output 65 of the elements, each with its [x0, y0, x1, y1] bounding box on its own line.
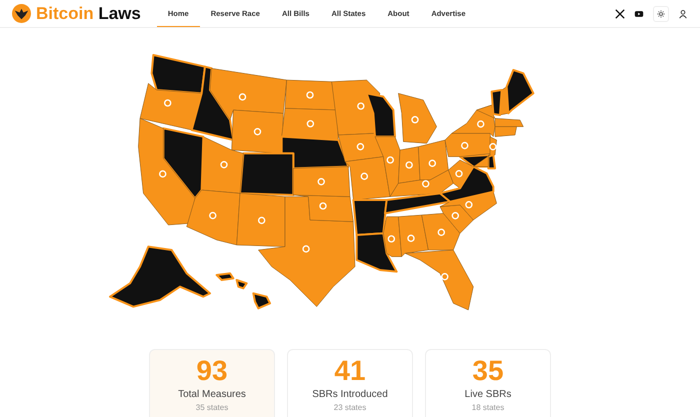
coin-icon — [388, 235, 396, 243]
coin-icon — [318, 178, 325, 186]
coin-icon — [302, 245, 310, 253]
stat-subtext: 18 states — [470, 403, 506, 412]
coin-icon — [428, 160, 436, 167]
state-shape[interactable] — [440, 191, 497, 220]
user-icon[interactable] — [678, 8, 688, 18]
coin-icon — [238, 93, 246, 101]
state-shape[interactable] — [109, 246, 211, 308]
state-shape[interactable] — [280, 136, 350, 170]
stat-card[interactable]: 93 Total Measures 35 states — [149, 349, 275, 417]
coin-icon — [441, 273, 448, 280]
coin-icon — [356, 143, 364, 150]
coin-icon — [386, 156, 394, 164]
coin-icon — [406, 161, 413, 169]
coin-icon — [159, 170, 166, 178]
coin-icon — [254, 128, 262, 136]
stat-subtext: 23 states — [332, 403, 368, 412]
state-shape[interactable] — [162, 127, 204, 200]
stat-card[interactable]: 35 Live SBRs 18 states — [425, 349, 551, 417]
coin-icon — [438, 228, 445, 236]
state-shape[interactable] — [366, 92, 396, 138]
state-shape[interactable] — [150, 54, 206, 94]
video-play-icon[interactable] — [634, 8, 644, 18]
stat-value: 35 — [471, 355, 505, 387]
coin-icon — [357, 102, 364, 110]
sun-icon — [657, 10, 665, 18]
state-shape[interactable] — [190, 66, 234, 141]
coin-icon — [306, 91, 314, 99]
x-logo-icon[interactable] — [615, 8, 625, 18]
coin-icon — [319, 202, 327, 210]
stat-label: Live SBRs — [464, 389, 512, 400]
site-logo-text[interactable]: Bitcoin Laws — [36, 4, 141, 24]
coin-icon — [164, 99, 172, 107]
state-shape[interactable] — [476, 104, 496, 119]
state-shape[interactable] — [338, 133, 384, 162]
stat-card[interactable]: 41 SBRs Introduced 23 states — [287, 349, 413, 417]
coin-icon — [461, 142, 468, 150]
coin-icon — [411, 116, 419, 124]
state-shape[interactable] — [201, 136, 244, 194]
stat-value: 93 — [195, 355, 229, 387]
state-shape[interactable] — [383, 216, 402, 257]
theme-toggle-button[interactable] — [653, 6, 669, 22]
stat-value: 41 — [333, 355, 367, 387]
state-shape[interactable] — [239, 152, 294, 196]
state-shape[interactable] — [140, 83, 202, 130]
coin-icon — [209, 212, 216, 220]
stat-label: SBRs Introduced — [311, 389, 389, 400]
coin-icon — [306, 120, 314, 128]
state-shape[interactable] — [281, 108, 339, 140]
coin-icon — [407, 234, 415, 242]
eagle-logo-icon[interactable] — [12, 4, 31, 23]
state-shape[interactable] — [216, 272, 271, 310]
state-shape[interactable] — [506, 69, 534, 114]
coin-icon — [489, 143, 497, 150]
coin-icon — [455, 170, 463, 178]
coin-icon — [360, 172, 368, 180]
stat-subtext: 35 states — [194, 403, 230, 412]
coin-icon — [258, 216, 266, 224]
stat-label: Total Measures — [177, 389, 247, 400]
state-shape[interactable] — [356, 232, 398, 273]
coin-icon — [220, 161, 228, 168]
coin-icon — [477, 120, 484, 128]
coin-icon — [422, 180, 430, 188]
state-shape[interactable] — [490, 89, 503, 116]
